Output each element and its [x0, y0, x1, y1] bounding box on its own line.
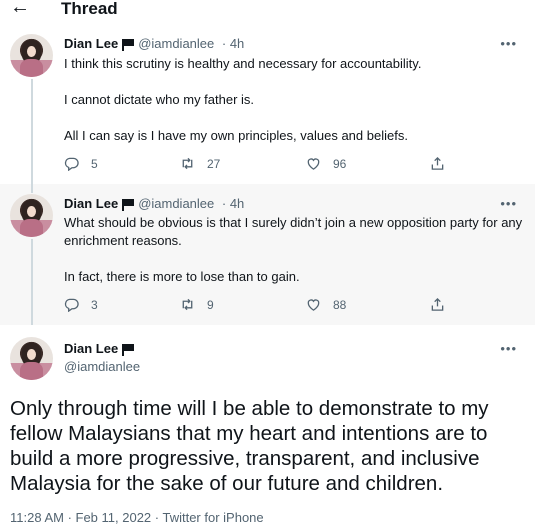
more-options-icon[interactable]: •••: [500, 341, 517, 356]
tweet-actions: 5 27 96: [64, 156, 484, 174]
author-name[interactable]: Dian Lee: [64, 341, 118, 356]
reply-count: 5: [91, 156, 98, 171]
retweet-button[interactable]: 9: [180, 297, 214, 312]
avatar[interactable]: [10, 34, 53, 77]
retweet-count: 27: [207, 156, 221, 171]
author-name[interactable]: Dian Lee: [64, 196, 118, 211]
retweet-count: 9: [207, 297, 214, 312]
author-handle[interactable]: @iamdianlee: [64, 359, 140, 374]
like-count: 96: [333, 156, 347, 171]
reply-button[interactable]: 3: [64, 297, 98, 312]
author-handle[interactable]: @iamdianlee: [138, 196, 214, 211]
tweet-text: What should be obvious is that I surely …: [64, 214, 524, 286]
flag-icon: [122, 39, 135, 51]
retweet-icon: [182, 298, 193, 311]
tweet-paragraph: I think this scrutiny is healthy and nec…: [64, 56, 422, 71]
reply-icon: [64, 157, 79, 171]
thread-header: ← Thread: [0, 0, 535, 24]
flag-icon: [122, 199, 135, 211]
tweet-paragraph: In fact, there is more to lose than to g…: [64, 269, 300, 284]
tweet-1[interactable]: Dian Lee @iamdianlee · 4h ••• I think thi…: [0, 25, 535, 183]
reply-button[interactable]: 5: [64, 156, 98, 171]
flag-icon: [122, 344, 135, 356]
tweet-paragraph: What should be obvious is that I surely …: [64, 215, 523, 248]
tweet-time[interactable]: 4h: [230, 196, 244, 211]
reply-icon: [64, 298, 79, 312]
tweet-author-row: Dian Lee @iamdianlee · 4h: [64, 36, 245, 51]
tweet-paragraph: All I can say is I have my own principle…: [64, 128, 408, 143]
thread-line: [31, 79, 33, 183]
share-icon: [431, 297, 444, 311]
reply-count: 3: [91, 297, 98, 312]
tweet-time[interactable]: 4h: [230, 36, 244, 51]
tweet-2[interactable]: Dian Lee @iamdianlee · 4h ••• What should…: [0, 183, 535, 325]
author-handle[interactable]: @iamdianlee: [138, 36, 214, 51]
like-count: 88: [333, 297, 347, 312]
tweet-timestamp[interactable]: 11:28 AM · Feb 11, 2022 · Twitter for iP…: [10, 510, 264, 525]
page-title: Thread: [61, 0, 118, 18]
avatar[interactable]: [10, 337, 53, 380]
tweet-actions: 3 9 88: [64, 297, 484, 315]
back-arrow-icon[interactable]: ←: [10, 0, 30, 19]
share-icon: [431, 156, 444, 170]
heart-icon: [307, 158, 320, 170]
retweet-icon: [182, 157, 193, 170]
tweet-author-row: Dian Lee @iamdianlee · 4h: [64, 196, 245, 211]
avatar[interactable]: [10, 194, 53, 237]
tweet-author-row: Dian Lee: [64, 341, 135, 356]
more-options-icon[interactable]: •••: [500, 36, 517, 51]
main-tweet-text: Only through time will I be able to demo…: [10, 397, 489, 495]
main-tweet: Dian Lee @iamdianlee ••• Only through ti…: [0, 326, 535, 526]
share-button[interactable]: [430, 297, 445, 312]
tweet-paragraph: I cannot dictate who my father is.: [64, 92, 255, 107]
share-button[interactable]: [430, 156, 445, 171]
retweet-button[interactable]: 27: [180, 156, 220, 171]
heart-icon: [307, 299, 320, 311]
tweet-text: I think this scrutiny is healthy and nec…: [64, 55, 524, 145]
thread-line: [31, 239, 33, 325]
more-options-icon[interactable]: •••: [500, 196, 517, 211]
author-name[interactable]: Dian Lee: [64, 36, 118, 51]
like-button[interactable]: 88: [306, 297, 346, 312]
thread-line: [31, 183, 33, 193]
like-button[interactable]: 96: [306, 156, 346, 171]
